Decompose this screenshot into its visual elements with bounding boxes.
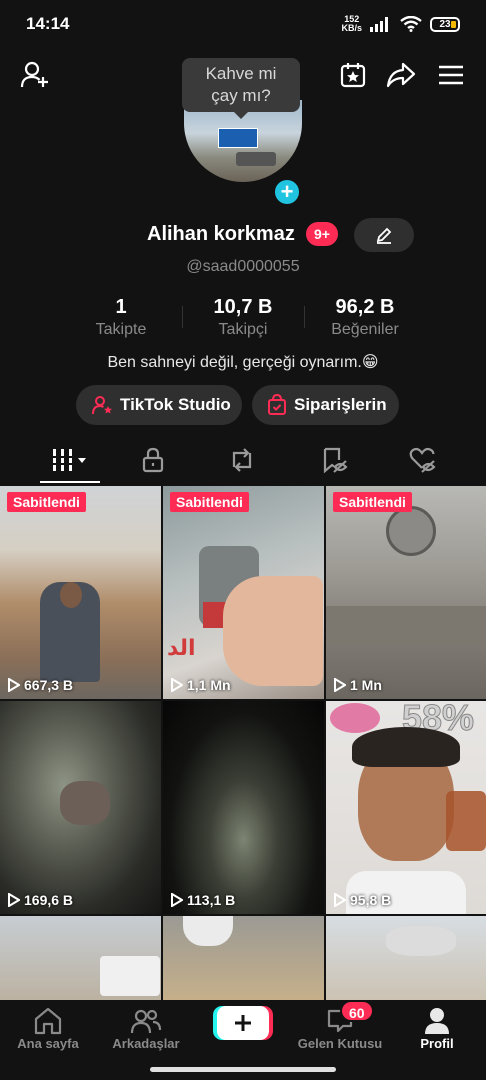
pencil-icon [376, 227, 392, 244]
video-thumbnail[interactable] [163, 916, 324, 1000]
brain-emoji-image [330, 703, 380, 733]
profile-handle: @saad0000055 [186, 258, 300, 275]
road-sign-image [218, 128, 258, 148]
view-count: 113,1 B [171, 892, 235, 908]
play-icon [8, 678, 20, 692]
car-gauge-image [386, 506, 436, 556]
user-star-icon [92, 396, 112, 415]
profile-stats: 1 Takipte 10,7 B Takipçi 96,2 B Beğenile… [60, 296, 426, 342]
nav-profile[interactable]: Profil [392, 1006, 482, 1051]
video-thumbnail[interactable]: Sabitlendi 1 Mn [326, 486, 486, 699]
lock-icon [142, 447, 164, 473]
friends-icon [130, 1009, 162, 1034]
video-grid: Sabitlendi 667,3 B الد Sabitlendi 1,1 Mn… [0, 486, 486, 1000]
video-thumbnail[interactable]: 169,6 B [0, 701, 161, 914]
vehicle-image [100, 956, 160, 996]
status-time: 14:14 [26, 14, 70, 33]
profile-bio: Ben sahneyi değil, gerçeği oynarım.😁 [107, 354, 379, 371]
pinned-badge: Sabitlendi [333, 492, 412, 512]
profile-name: Alihan korkmaz [147, 223, 295, 245]
repost-icon [232, 448, 252, 472]
pinned-badge: Sabitlendi [7, 492, 86, 512]
view-count: 1 Mn [334, 677, 382, 693]
view-count: 169,6 B [8, 892, 73, 908]
inbox-badge: 60 [340, 1000, 374, 1022]
play-icon [334, 678, 346, 692]
video-thumbnail[interactable]: 113,1 B [163, 701, 324, 914]
signal-icon [370, 17, 388, 32]
bottom-navigation: Ana sayfa Arkadaşlar Gelen Kutusu 60 Pro… [0, 1000, 486, 1060]
profile-icon [425, 1008, 449, 1034]
status-icons: 152 KB/s 23 [341, 15, 460, 33]
car-door-image [326, 606, 486, 646]
tab-liked[interactable] [408, 446, 436, 474]
video-thumbnail[interactable] [326, 916, 486, 1000]
play-icon [8, 893, 20, 907]
hair-image [352, 727, 460, 767]
tab-private[interactable] [139, 446, 167, 474]
play-icon [334, 893, 346, 907]
stat-likes[interactable]: 96,2 B Beğeniler [304, 296, 426, 342]
active-tab-indicator [40, 481, 100, 483]
nav-home[interactable]: Ana sayfa [3, 1006, 93, 1051]
video-thumbnail[interactable]: Sabitlendi 667,3 B [0, 486, 161, 699]
video-thumbnail[interactable]: الد Sabitlendi 1,1 Mn [163, 486, 324, 699]
profile-name-row: Alihan korkmaz 9+ [0, 218, 486, 254]
person-head [60, 582, 82, 608]
play-icon [171, 678, 183, 692]
menu-icon[interactable] [434, 58, 468, 92]
tea-glass-image [446, 791, 486, 851]
view-count: 1,1 Mn [171, 677, 231, 693]
tiktok-studio-button[interactable]: TikTok Studio [76, 385, 242, 425]
heart-hidden-icon [409, 447, 436, 473]
calendar-star-icon[interactable] [336, 58, 370, 92]
tab-videos[interactable] [50, 446, 90, 474]
tab-favorites[interactable] [320, 446, 348, 474]
profile-content-tabs [0, 440, 486, 484]
tab-reposts[interactable] [228, 446, 256, 474]
truck-image [236, 152, 276, 166]
hand-image [223, 576, 323, 686]
video-thumbnail[interactable] [0, 916, 161, 1000]
create-button[interactable] [217, 1006, 269, 1040]
add-friend-icon[interactable] [18, 58, 52, 92]
view-count: 95,8 B [334, 892, 391, 908]
video-thumbnail[interactable]: 58% 95,8 B [326, 701, 486, 914]
nav-friends[interactable]: Arkadaşlar [101, 1006, 191, 1051]
grid-icon [52, 449, 86, 471]
profile-action-buttons: TikTok Studio Siparişlerin [0, 385, 486, 425]
rock-image [60, 781, 110, 825]
stat-followers[interactable]: 10,7 B Takipçi [182, 296, 304, 342]
share-icon[interactable] [384, 58, 418, 92]
hand-bottle-image [386, 926, 456, 956]
orders-button[interactable]: Siparişlerin [252, 385, 399, 425]
battery-indicator: 23 [430, 16, 460, 32]
view-count: 667,3 B [8, 677, 73, 693]
shopping-bag-icon [268, 394, 286, 415]
notification-badge[interactable]: 9+ [306, 222, 338, 246]
status-bar: 14:14 152 KB/s 23 [0, 0, 486, 48]
network-speed: 152 KB/s [341, 14, 362, 33]
plus-icon [235, 1015, 251, 1031]
status-tooltip[interactable]: Kahve mi çay mı? [182, 58, 300, 119]
stat-following[interactable]: 1 Takipte [60, 296, 182, 342]
pinned-badge: Sabitlendi [170, 492, 249, 512]
wifi-icon [400, 16, 422, 32]
person-figure [183, 916, 233, 946]
play-icon [171, 893, 183, 907]
home-indicator [150, 1067, 336, 1072]
edit-profile-button[interactable] [354, 218, 414, 252]
add-photo-plus-icon[interactable]: + [273, 178, 301, 206]
home-icon [34, 1007, 62, 1035]
bookmark-hidden-icon [323, 447, 348, 474]
